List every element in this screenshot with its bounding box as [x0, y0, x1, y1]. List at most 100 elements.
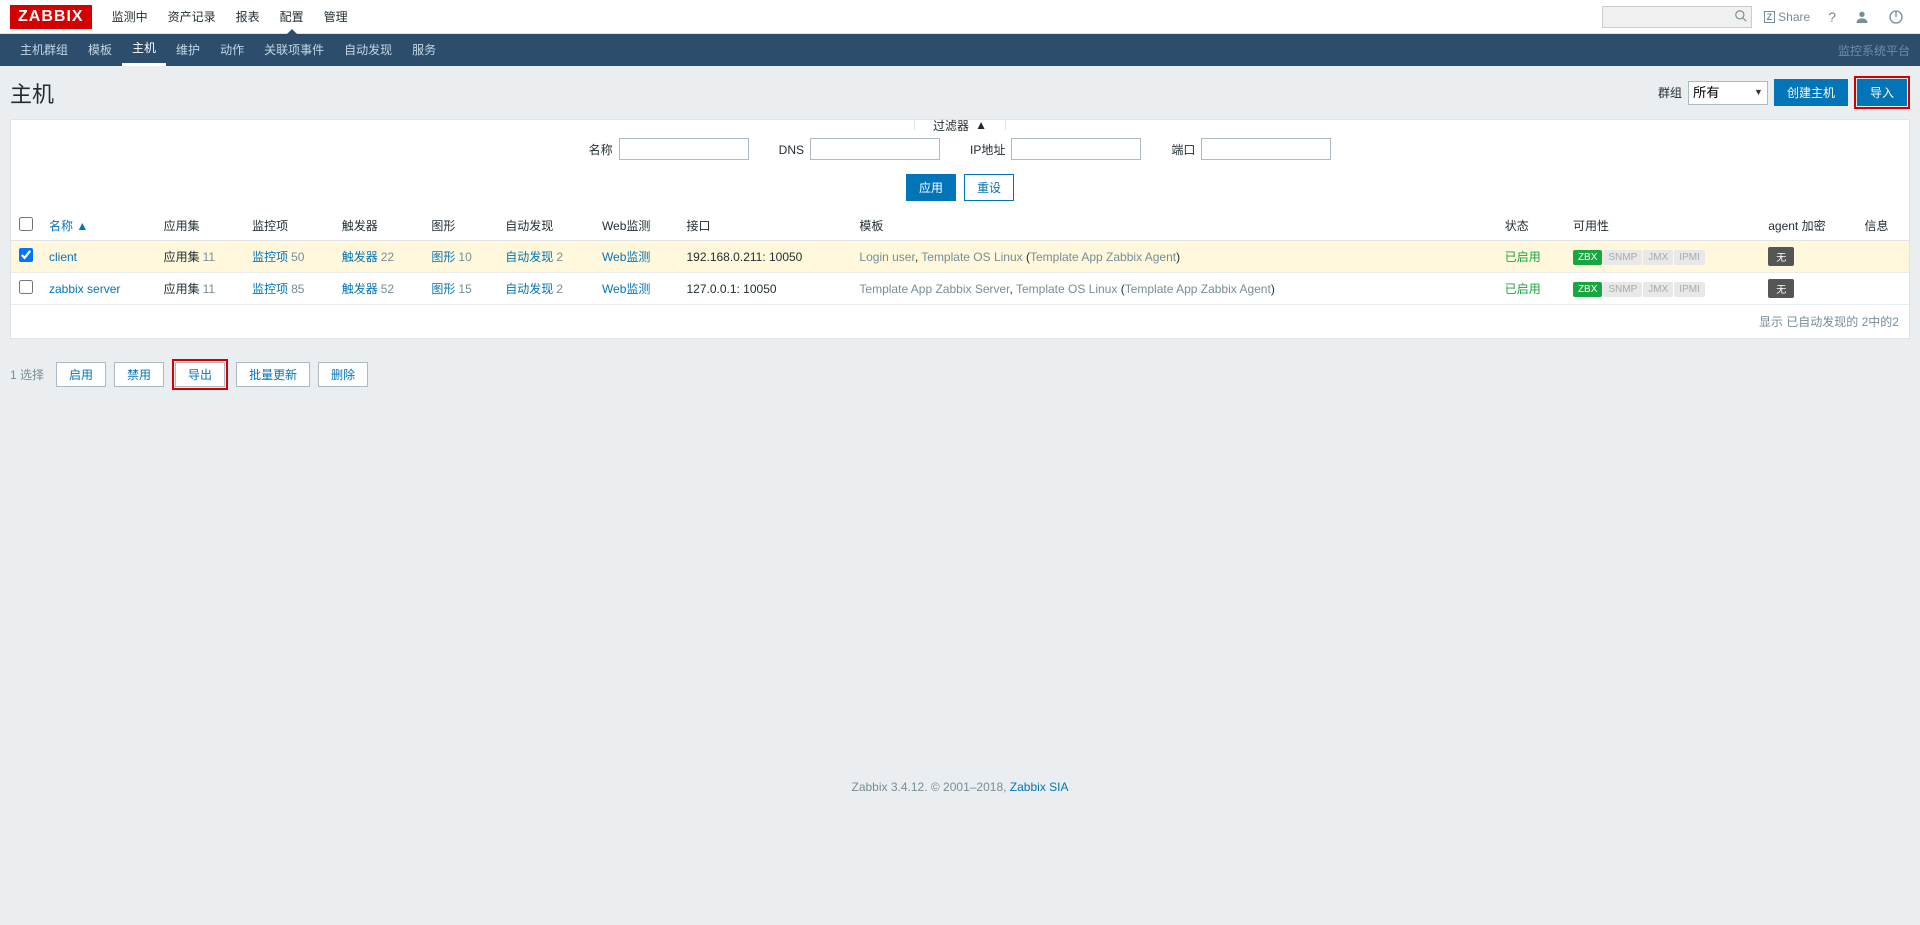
subnav-hosts[interactable]: 主机: [122, 34, 166, 66]
col-templates: 模板: [851, 211, 1496, 241]
bulk-delete-button[interactable]: 删除: [318, 362, 368, 387]
col-status[interactable]: 状态: [1497, 211, 1565, 241]
avail-cell: ZBXSNMPJMXIPMI: [1565, 241, 1760, 273]
filter-port-input[interactable]: [1201, 138, 1331, 160]
page-header: 主机 群组 所有 创建主机 导入: [0, 66, 1920, 119]
apps-link[interactable]: 应用集: [164, 282, 200, 296]
user-icon[interactable]: [1848, 9, 1876, 25]
interface-cell: 192.168.0.211: 10050: [678, 241, 851, 273]
bulk-disable-button[interactable]: 禁用: [114, 362, 164, 387]
table-footer: 显示 已自动发现的 2中的2: [11, 305, 1909, 338]
group-select[interactable]: 所有: [1688, 81, 1768, 105]
template-link[interactable]: Template App Zabbix Server: [859, 282, 1009, 296]
graphs-link[interactable]: 图形: [431, 250, 455, 264]
topnav-monitoring[interactable]: 监测中: [102, 0, 158, 34]
subnav-hostgroups[interactable]: 主机群组: [10, 34, 78, 66]
help-icon[interactable]: ?: [1822, 9, 1842, 25]
subnav-right-text: 监控系统平台: [1838, 42, 1910, 59]
graphs-link[interactable]: 图形: [431, 282, 455, 296]
selected-count: 1 选择: [10, 366, 44, 383]
avail-badge-snmp: SNMP: [1603, 250, 1642, 265]
host-link[interactable]: zabbix server: [49, 282, 120, 296]
row-checkbox[interactable]: [19, 248, 33, 262]
template-link[interactable]: Login user: [859, 250, 914, 264]
table-row: zabbix server应用集11监控项85触发器52图形15自动发现2Web…: [11, 273, 1909, 305]
subnav-correlation[interactable]: 关联项事件: [254, 34, 334, 66]
col-graphs[interactable]: 图形: [423, 211, 497, 241]
apps-link[interactable]: 应用集: [164, 250, 200, 264]
export-highlight: 导出: [172, 359, 228, 390]
col-items[interactable]: 监控项: [244, 211, 334, 241]
subnav-discovery[interactable]: 自动发现: [334, 34, 402, 66]
bulk-massupdate-button[interactable]: 批量更新: [236, 362, 310, 387]
table-row: client应用集11监控项50触发器22图形10自动发现2Web监测192.1…: [11, 241, 1909, 273]
triggers-link[interactable]: 触发器: [342, 250, 378, 264]
search-icon[interactable]: [1734, 9, 1748, 23]
status-link[interactable]: 已启用: [1505, 282, 1541, 296]
discovery-link[interactable]: 自动发现: [505, 250, 553, 264]
template-link[interactable]: Template OS Linux: [1016, 282, 1117, 296]
subnav-templates[interactable]: 模板: [78, 34, 122, 66]
col-triggers[interactable]: 触发器: [334, 211, 424, 241]
col-info: 信息: [1856, 211, 1909, 241]
avail-badge-jmx: JMX: [1643, 282, 1673, 297]
filter-ip-input[interactable]: [1011, 138, 1141, 160]
topnav-inventory[interactable]: 资产记录: [158, 0, 226, 34]
encrypt-badge: 无: [1768, 279, 1794, 298]
row-checkbox[interactable]: [19, 280, 33, 294]
filter-reset-button[interactable]: 重设: [964, 174, 1014, 201]
topnav-admin[interactable]: 管理: [314, 0, 358, 34]
template-link[interactable]: Template App Zabbix Agent: [1030, 250, 1176, 264]
filter-ip-label: IP地址: [970, 143, 1005, 157]
footer-link[interactable]: Zabbix SIA: [1010, 780, 1069, 794]
avail-cell: ZBXSNMPJMXIPMI: [1565, 273, 1760, 305]
col-apps[interactable]: 应用集: [156, 211, 244, 241]
template-link[interactable]: Template OS Linux: [921, 250, 1022, 264]
create-host-button[interactable]: 创建主机: [1774, 79, 1848, 106]
topnav-configuration[interactable]: 配置: [270, 0, 314, 34]
info-cell: [1856, 273, 1909, 305]
col-web[interactable]: Web监测: [594, 211, 679, 241]
search-input[interactable]: [1602, 6, 1752, 28]
avail-badge-zbx: ZBX: [1573, 282, 1602, 297]
avail-badge-snmp: SNMP: [1603, 282, 1642, 297]
filter-tab[interactable]: 过滤器 ▲: [914, 119, 1006, 130]
bulk-enable-button[interactable]: 启用: [56, 362, 106, 387]
discovery-link[interactable]: 自动发现: [505, 282, 553, 296]
templates-cell: Login user, Template OS Linux (Template …: [851, 241, 1496, 273]
items-link[interactable]: 监控项: [252, 282, 288, 296]
select-all-checkbox[interactable]: [19, 217, 33, 231]
template-link[interactable]: Template App Zabbix Agent: [1125, 282, 1271, 296]
info-cell: [1856, 241, 1909, 273]
filter-name-input[interactable]: [619, 138, 749, 160]
col-discovery[interactable]: 自动发现: [497, 211, 594, 241]
page-title: 主机: [10, 77, 54, 109]
filter-dns-input[interactable]: [810, 138, 940, 160]
logo[interactable]: ZABBIX: [10, 5, 92, 29]
page-footer: Zabbix 3.4.12. © 2001–2018, Zabbix SIA: [0, 770, 1920, 804]
col-iface: 接口: [678, 211, 851, 241]
filter-apply-button[interactable]: 应用: [906, 174, 956, 201]
top-nav: ZABBIX 监测中 资产记录 报表 配置 管理 ZShare ?: [0, 0, 1920, 34]
logout-icon[interactable]: [1882, 9, 1910, 25]
templates-cell: Template App Zabbix Server, Template OS …: [851, 273, 1496, 305]
col-name[interactable]: 名称 ▲: [49, 219, 88, 233]
web-link[interactable]: Web监测: [602, 282, 650, 296]
import-highlight: 导入: [1854, 76, 1910, 109]
avail-badge-zbx: ZBX: [1573, 250, 1602, 265]
subnav-actions[interactable]: 动作: [210, 34, 254, 66]
bulk-export-button[interactable]: 导出: [175, 362, 225, 387]
filter-name-label: 名称: [589, 143, 613, 157]
status-link[interactable]: 已启用: [1505, 250, 1541, 264]
import-button[interactable]: 导入: [1857, 79, 1907, 106]
topnav-reports[interactable]: 报表: [226, 0, 270, 34]
web-link[interactable]: Web监测: [602, 250, 650, 264]
filter-tab-label: 过滤器: [933, 117, 969, 134]
subnav-services[interactable]: 服务: [402, 34, 446, 66]
items-link[interactable]: 监控项: [252, 250, 288, 264]
search-wrap: [1602, 6, 1752, 28]
triggers-link[interactable]: 触发器: [342, 282, 378, 296]
host-link[interactable]: client: [49, 250, 77, 264]
share-button[interactable]: ZShare: [1758, 10, 1817, 24]
subnav-maintenance[interactable]: 维护: [166, 34, 210, 66]
